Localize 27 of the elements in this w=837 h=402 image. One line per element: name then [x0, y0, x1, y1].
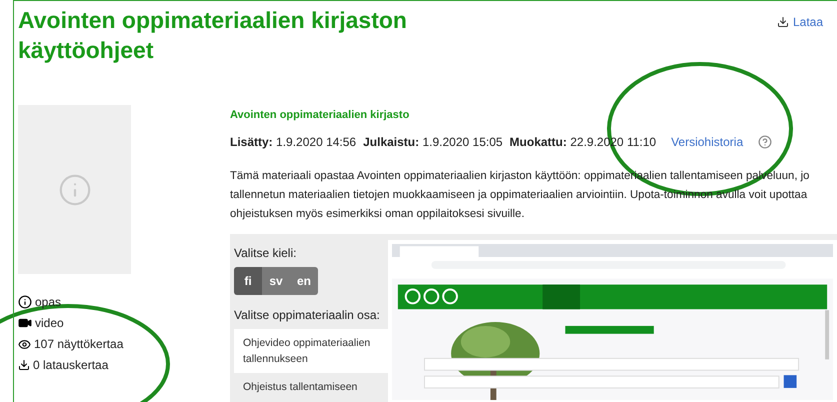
language-tab[interactable]: fi [234, 266, 262, 294]
language-tab[interactable]: sv [262, 266, 290, 294]
video-camera-icon [18, 316, 32, 330]
part-list-item[interactable]: Ohjeistus tallentamiseen [234, 372, 388, 400]
version-history-link[interactable]: Versiohistoria [671, 132, 744, 150]
info-icon [58, 172, 92, 206]
publisher-name: Avointen oppimateriaalien kirjasto [230, 108, 410, 123]
meta-text: opas [35, 294, 62, 311]
language-tab[interactable]: en [290, 266, 318, 294]
page-title: käyttöohjeet [18, 36, 154, 65]
date-info: Julkaistu: 1.9.2020 15:05 [363, 134, 503, 150]
page-title: Avointen oppimateriaalien kirjaston [18, 6, 407, 35]
meta-text: video [35, 315, 64, 332]
download-link[interactable]: Lataa [776, 13, 823, 31]
download-icon [776, 16, 789, 28]
help-icon[interactable] [758, 134, 772, 148]
part-list-item[interactable]: Ohjevideo oppimateriaalien tallennukseen [234, 328, 388, 372]
description-text: ohjeistuksen myös esimerkiksi oman oppilaitoksesi sivuille. [230, 206, 526, 222]
eye-icon [18, 338, 31, 350]
download-icon [18, 359, 30, 371]
info-icon [18, 295, 32, 309]
description-text: tallennetun materiaalien tietojen muokkaamiseen ja oppimateriaalien arviointiin. Upota-toiminnon avulla voit upottaa [230, 188, 808, 202]
date-info: Lisätty: 1.9.2020 14:56 [230, 134, 356, 150]
part-heading: Valitse oppimateriaalin osa: [234, 306, 381, 324]
language-heading: Valitse kieli: [234, 244, 298, 262]
meta-text: 0 latauskertaa [33, 357, 108, 374]
meta-text: 107 näyttökertaa [34, 336, 124, 353]
